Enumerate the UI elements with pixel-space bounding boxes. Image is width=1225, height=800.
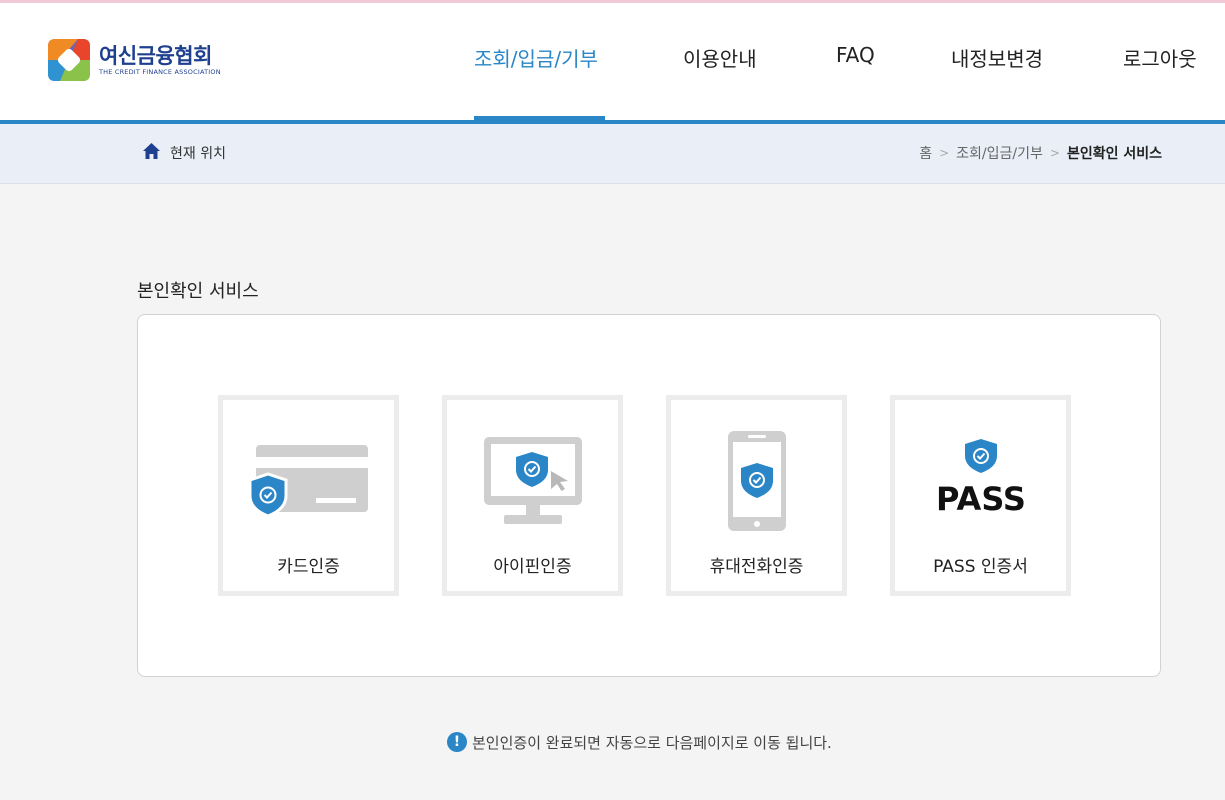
page-title: 본인확인 서비스 <box>137 281 259 302</box>
logo-text: 여신금융협회 THE CREDIT FINANCE ASSOCIATION <box>99 44 221 77</box>
breadcrumb-separator: > <box>1049 146 1060 160</box>
card-verification-label: 카드인증 <box>277 557 340 577</box>
verification-panel: 카드인증 아이핀인증 휴대전화인증 PASS PASS 인증서 <box>137 314 1161 677</box>
current-location-label: 현재 위치 <box>170 146 226 162</box>
logo[interactable]: 여신금융협회 THE CREDIT FINANCE ASSOCIATION <box>48 38 221 82</box>
logo-english-name: THE CREDIT FINANCE ASSOCIATION <box>99 67 221 76</box>
logo-mark-icon <box>48 39 90 81</box>
notice-text: 본인인증이 완료되면 자동으로 다음페이지로 이동 됩니다. <box>472 733 832 752</box>
pass-certificate-label: PASS 인증서 <box>933 557 1028 577</box>
nav-item-faq[interactable]: FAQ <box>836 43 875 67</box>
exclamation-icon: ! <box>447 732 467 752</box>
breadcrumb: 홈 > 조회/입금/기부 > 본인확인 서비스 <box>919 143 1162 163</box>
logo-korean-name: 여신금융협회 <box>99 43 212 68</box>
breadcrumb-current: 본인확인 서비스 <box>1066 146 1162 162</box>
home-icon <box>143 143 160 159</box>
pass-certificate-button[interactable]: PASS PASS 인증서 <box>890 395 1071 596</box>
mobile-verification-label: 휴대전화인증 <box>709 557 804 577</box>
location-bar: 현재 위치 홈 > 조회/입금/기부 > 본인확인 서비스 <box>0 124 1225 184</box>
auto-redirect-notice: ! 본인인증이 완료되면 자동으로 다음페이지로 이동 됩니다. <box>447 731 832 753</box>
pass-logo-text: PASS <box>936 480 1026 518</box>
ipin-verification-button[interactable]: 아이핀인증 <box>442 395 623 596</box>
breadcrumb-separator: > <box>939 146 950 160</box>
nav-item-edit-my-info[interactable]: 내정보변경 <box>951 43 1043 72</box>
breadcrumb-home[interactable]: 홈 <box>919 143 932 163</box>
ipin-verification-label: 아이핀인증 <box>493 557 572 577</box>
nav-item-usage-guide[interactable]: 이용안내 <box>683 43 757 72</box>
site-header: 여신금융협회 THE CREDIT FINANCE ASSOCIATION 조회… <box>0 3 1225 120</box>
nav-item-logout[interactable]: 로그아웃 <box>1123 43 1197 72</box>
mobile-verification-button[interactable]: 휴대전화인증 <box>666 395 847 596</box>
breadcrumb-inquiry[interactable]: 조회/입금/기부 <box>956 143 1043 163</box>
nav-item-inquiry-deposit-donation[interactable]: 조회/입금/기부 <box>474 43 598 72</box>
card-verification-button[interactable]: 카드인증 <box>218 395 399 596</box>
